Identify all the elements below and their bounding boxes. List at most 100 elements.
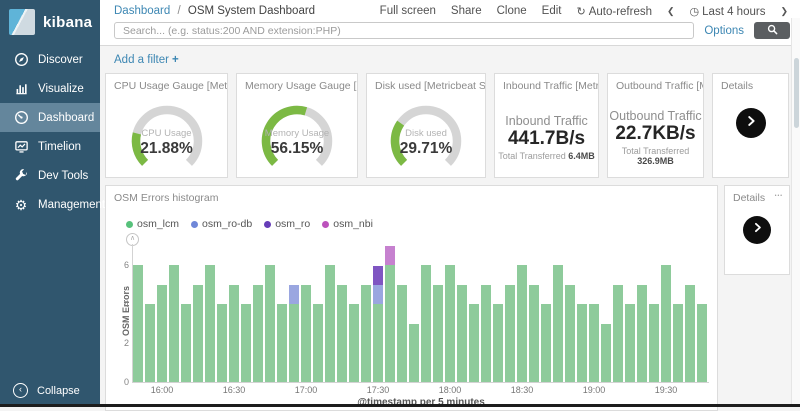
histogram-bar[interactable]	[301, 285, 311, 382]
kibana-logo-icon	[9, 9, 35, 35]
legend-item-osm_nbi[interactable]: osm_nbi	[322, 218, 373, 230]
histogram-bar[interactable]	[157, 285, 167, 382]
time-back-chevron[interactable]: ❮	[667, 6, 675, 17]
x-tick-label: 16:00	[151, 385, 174, 395]
histogram-bar[interactable]	[241, 304, 251, 382]
histogram-bar[interactable]	[445, 265, 455, 382]
histogram-bar[interactable]	[313, 304, 323, 382]
disk-gauge	[371, 94, 481, 174]
histogram-bar[interactable]	[685, 285, 695, 382]
histogram-bar[interactable]	[529, 285, 539, 382]
histogram-bar[interactable]	[349, 304, 359, 382]
sidebar-item-dashboard[interactable]: Dashboard	[0, 103, 100, 132]
histogram-bar[interactable]	[229, 285, 239, 382]
histogram-bar[interactable]	[517, 265, 527, 382]
kibana-logo[interactable]: kibana	[0, 0, 100, 45]
search-icon	[767, 22, 778, 40]
legend-item-osm_lcm[interactable]: osm_lcm	[126, 218, 179, 230]
histogram-bar[interactable]	[361, 285, 371, 382]
histogram-bar[interactable]	[505, 285, 515, 382]
histogram-bar[interactable]	[601, 324, 611, 382]
histogram-bar[interactable]	[181, 304, 191, 382]
time-picker-button[interactable]: ◷Last 4 hours	[690, 5, 766, 18]
memory-gauge-panel: Memory Usage Gauge [Me... Memory Usage 5…	[236, 73, 358, 178]
edit-button[interactable]: Edit	[542, 5, 562, 17]
histogram-bar[interactable]	[649, 304, 659, 382]
legend-dot-icon	[264, 221, 271, 228]
sidebar-item-discover[interactable]: Discover	[0, 45, 100, 74]
histogram-bar[interactable]	[265, 265, 275, 382]
histogram-bar[interactable]	[637, 285, 647, 382]
histogram-bar[interactable]	[133, 265, 143, 382]
histogram-bar[interactable]	[289, 285, 299, 382]
histogram-bar[interactable]	[565, 285, 575, 382]
auto-refresh-button[interactable]: ↻Auto-refresh	[577, 5, 653, 18]
sidebar-item-timelion[interactable]: Timelion	[0, 132, 100, 161]
histogram-bar[interactable]	[193, 285, 203, 382]
histogram-bar[interactable]	[457, 285, 467, 382]
x-tick-label: 18:00	[439, 385, 462, 395]
histogram-bar[interactable]	[433, 285, 443, 382]
histogram-bar[interactable]	[541, 304, 551, 382]
histogram-bar[interactable]	[673, 304, 683, 382]
legend-label: osm_nbi	[333, 218, 373, 230]
time-forward-chevron[interactable]: ❯	[780, 6, 788, 17]
share-button[interactable]: Share	[451, 5, 482, 17]
histogram-bar[interactable]	[253, 285, 263, 382]
legend-item-osm_ro[interactable]: osm_ro	[264, 218, 310, 230]
sidebar-item-dev-tools[interactable]: Dev Tools	[0, 161, 100, 190]
y-axis-label: OSM Errors	[121, 281, 131, 341]
histogram-bar[interactable]	[277, 304, 287, 382]
histogram-bar[interactable]	[325, 265, 335, 382]
sidebar-item-label: Visualize	[38, 83, 84, 95]
timelion-chart-icon	[13, 139, 29, 155]
full-screen-button[interactable]: Full screen	[380, 5, 436, 17]
histogram-bar[interactable]	[589, 304, 599, 382]
legend-label: osm_ro-db	[202, 218, 252, 230]
gauge-icon	[13, 110, 29, 126]
main-area: Dashboard / OSM System Dashboard Full sc…	[100, 0, 800, 407]
panel-options-menu[interactable]: •••	[775, 193, 783, 199]
plus-icon: +	[172, 54, 179, 66]
histogram-bar[interactable]	[469, 304, 479, 382]
histogram-bar[interactable]	[373, 266, 383, 382]
histogram-bar[interactable]	[205, 265, 215, 382]
search-input[interactable]	[114, 22, 694, 39]
add-filter-button[interactable]: Add a filter+	[114, 54, 179, 66]
histogram-bar[interactable]	[553, 265, 563, 382]
x-tick-label: 18:30	[511, 385, 534, 395]
scrollbar-thumb[interactable]	[794, 58, 799, 128]
histogram-bar[interactable]	[481, 285, 491, 382]
histogram-bar[interactable]	[421, 265, 431, 382]
histogram-bar[interactable]	[397, 285, 407, 382]
breadcrumb-dashboard-link[interactable]: Dashboard	[114, 5, 170, 17]
metric-value: 22.7KB/s	[615, 123, 695, 145]
options-link[interactable]: Options	[704, 25, 744, 37]
histogram-bar[interactable]	[697, 304, 707, 382]
x-tick-label: 19:30	[655, 385, 678, 395]
legend-item-osm_ro-db[interactable]: osm_ro-db	[191, 218, 252, 230]
histogram-bar[interactable]	[625, 304, 635, 382]
histogram-bar[interactable]	[409, 324, 419, 382]
legend-label: osm_ro	[275, 218, 310, 230]
histogram-bar[interactable]	[169, 265, 179, 382]
sidebar-collapse-button[interactable]: ‹ Collapse	[0, 383, 80, 398]
histogram-bar[interactable]	[613, 285, 623, 382]
search-button[interactable]	[754, 22, 790, 39]
sidebar-item-visualize[interactable]: Visualize	[0, 74, 100, 103]
details-expand-button[interactable]	[736, 108, 766, 138]
histogram-bar[interactable]	[337, 285, 347, 382]
histogram-bar[interactable]	[577, 304, 587, 382]
panel-title: Inbound Traffic [Metri...	[495, 74, 598, 92]
histogram-bar[interactable]	[145, 304, 155, 382]
dashboard-actions: Full screen Share Clone Edit ↻Auto-refre…	[380, 5, 788, 18]
histogram-bar[interactable]	[385, 246, 395, 382]
histogram-bar[interactable]	[217, 304, 227, 382]
clone-button[interactable]: Clone	[497, 5, 527, 17]
histogram-bar[interactable]	[661, 265, 671, 382]
metric-label: Inbound Traffic	[505, 114, 587, 128]
histogram-bar[interactable]	[493, 304, 503, 382]
sidebar-item-management[interactable]: ⚙ Management	[0, 190, 100, 219]
details-expand-button[interactable]	[743, 216, 771, 244]
breadcrumb: Dashboard / OSM System Dashboard	[114, 5, 315, 17]
